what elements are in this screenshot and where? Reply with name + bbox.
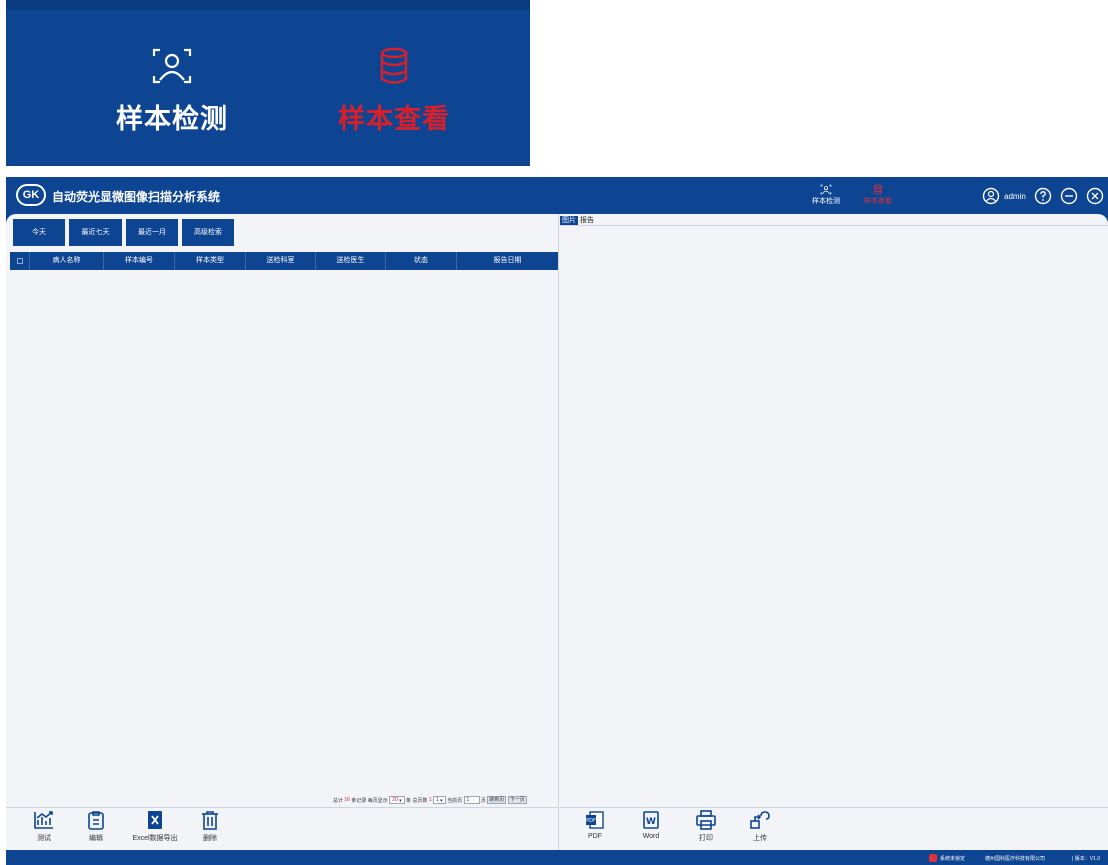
- table-header: 病人名称 样本编号 样本类型 送检科室 送检医生 状态 报告日期: [10, 252, 558, 270]
- nav-sample-detect[interactable]: 样本检测: [806, 182, 846, 210]
- print-button[interactable]: 打印: [691, 810, 721, 843]
- svg-text:PDF: PDF: [586, 818, 596, 824]
- zoom-detect-label: 样本检测: [116, 104, 228, 135]
- username[interactable]: admin: [1004, 192, 1026, 201]
- tab-report[interactable]: 报告: [578, 216, 596, 225]
- pager-per-page-label: 每页显示: [367, 797, 388, 804]
- pager-current-label: 当前页: [447, 797, 463, 804]
- pager-unit: 条: [406, 797, 412, 804]
- test-button[interactable]: 测试: [26, 810, 62, 843]
- page-select-value: 1: [436, 797, 439, 803]
- preview-panel: 图片 报告 PDF PDF W Word 打印 上传: [560, 214, 1108, 850]
- col-doctor[interactable]: 送检医生: [316, 252, 386, 270]
- pdf-export-button[interactable]: PDF PDF: [580, 810, 610, 840]
- pager-total-label: 总计: [333, 797, 344, 804]
- sample-list-panel: 今天 最近七天 最近一月 高级检索 病人名称 样本编号 样本类型 送检科室 送检…: [6, 214, 559, 850]
- col-patient-name[interactable]: 病人名称: [30, 252, 104, 270]
- pagination: 总计 16 条记录 每页显示 20 ▾ 条 总页数 1 1 ▾ 当前页 1 页 …: [333, 796, 559, 806]
- nav-view-label: 样本查看: [864, 198, 892, 205]
- pdf-icon: PDF: [586, 811, 604, 829]
- per-page-value: 20: [392, 797, 398, 803]
- clipboard-edit-icon: [88, 811, 104, 830]
- tab-image[interactable]: 图片: [560, 216, 578, 225]
- face-scan-icon: [152, 48, 192, 84]
- filter-last7-button[interactable]: 最近七天: [69, 219, 122, 246]
- banner-top-strip: [6, 0, 530, 10]
- upload-label: 上传: [753, 835, 767, 842]
- select-all-checkbox[interactable]: [10, 252, 30, 270]
- filter-last-month-button[interactable]: 最近一月: [126, 219, 178, 246]
- user-icon[interactable]: [982, 187, 1000, 205]
- col-sample-code[interactable]: 样本编号: [104, 252, 175, 270]
- jump-page-button[interactable]: 跳到页: [487, 796, 507, 804]
- pager-total: 16: [344, 797, 350, 803]
- nav-sample-view[interactable]: 样本查看: [858, 182, 898, 210]
- preview-tabs: 图片 报告: [560, 216, 596, 225]
- pager-page-unit: 页: [480, 797, 486, 804]
- lock-status-text: 系统未锁定: [940, 856, 966, 862]
- per-page-select[interactable]: 20 ▾: [389, 796, 405, 804]
- printer-icon: [696, 810, 716, 830]
- word-export-button[interactable]: W Word: [636, 810, 666, 840]
- print-label: 打印: [699, 835, 713, 842]
- zoom-view-label: 样本查看: [338, 104, 450, 135]
- upload-icon: [750, 811, 770, 829]
- preview-area: [560, 225, 1108, 807]
- pager-pages: 1: [428, 797, 432, 803]
- advanced-search-button[interactable]: 高级检索: [182, 219, 234, 246]
- excel-export-button[interactable]: Excel数据导出: [128, 810, 182, 843]
- word-icon: W: [643, 811, 659, 829]
- trash-icon: [202, 811, 218, 830]
- lock-status-indicator: [929, 854, 937, 862]
- face-scan-icon: [820, 184, 832, 195]
- edit-button[interactable]: 编辑: [78, 810, 114, 843]
- current-page-input[interactable]: 1: [463, 796, 480, 804]
- excel-icon: [148, 811, 162, 829]
- upload-button[interactable]: 上传: [745, 810, 775, 843]
- chart-trend-icon: [34, 811, 53, 829]
- zoom-sample-view-nav[interactable]: 样本查看: [324, 46, 464, 136]
- title-bar: GK 自动荧光显微图像扫描分析系统 样本检测 样本查看 admin: [6, 177, 1108, 214]
- test-label: 测试: [37, 835, 51, 842]
- status-bar: 系统未锁定 德州国科医疗科技有限公司 | 版本：V1.0: [6, 850, 1108, 865]
- company-name: 德州国科医疗科技有限公司: [985, 856, 1046, 862]
- col-report-date[interactable]: 报告日期: [457, 252, 558, 270]
- help-icon[interactable]: [1034, 187, 1052, 205]
- close-icon[interactable]: [1086, 187, 1104, 205]
- pager-records-label: 条记录: [351, 797, 367, 804]
- app-title: 自动荧光显微图像扫描分析系统: [52, 190, 221, 204]
- content-body: 今天 最近七天 最近一月 高级检索 病人名称 样本编号 样本类型 送检科室 送检…: [6, 214, 1108, 850]
- delete-label: 删除: [203, 835, 217, 842]
- app-window: GK 自动荧光显微图像扫描分析系统 样本检测 样本查看 admin 今天 最近七…: [6, 177, 1108, 865]
- left-toolbar-divider: [6, 807, 559, 808]
- zoom-sample-detect-nav[interactable]: 样本检测: [102, 46, 242, 136]
- content-frame: 今天 最近七天 最近一月 高级检索 病人名称 样本编号 样本类型 送检科室 送检…: [6, 214, 1108, 850]
- delete-button[interactable]: 删除: [192, 810, 228, 843]
- gk-logo: GK: [16, 184, 46, 206]
- filter-today-button[interactable]: 今天: [13, 219, 65, 246]
- edit-label: 编辑: [89, 835, 103, 842]
- version-text: | 版本：V1.0: [1072, 856, 1100, 862]
- svg-text:W: W: [646, 817, 656, 827]
- nav-detect-label: 样本检测: [812, 198, 840, 205]
- col-department[interactable]: 送检科室: [246, 252, 316, 270]
- database-icon: [874, 184, 882, 195]
- database-icon: [380, 47, 408, 84]
- word-label: Word: [642, 833, 660, 840]
- right-toolbar-divider: [560, 807, 1108, 808]
- excel-label: Excel数据导出: [132, 835, 178, 842]
- minimize-icon[interactable]: [1060, 187, 1078, 205]
- zoomed-nav-banner: 样本检测 样本查看: [6, 0, 530, 166]
- col-sample-type[interactable]: 样本类型: [175, 252, 246, 270]
- col-status[interactable]: 状态: [386, 252, 457, 270]
- pager-pages-label: 总页数: [412, 797, 428, 804]
- pdf-label: PDF: [588, 833, 602, 840]
- page-select[interactable]: 1 ▾: [433, 796, 446, 804]
- next-page-button[interactable]: 下一页: [507, 796, 527, 804]
